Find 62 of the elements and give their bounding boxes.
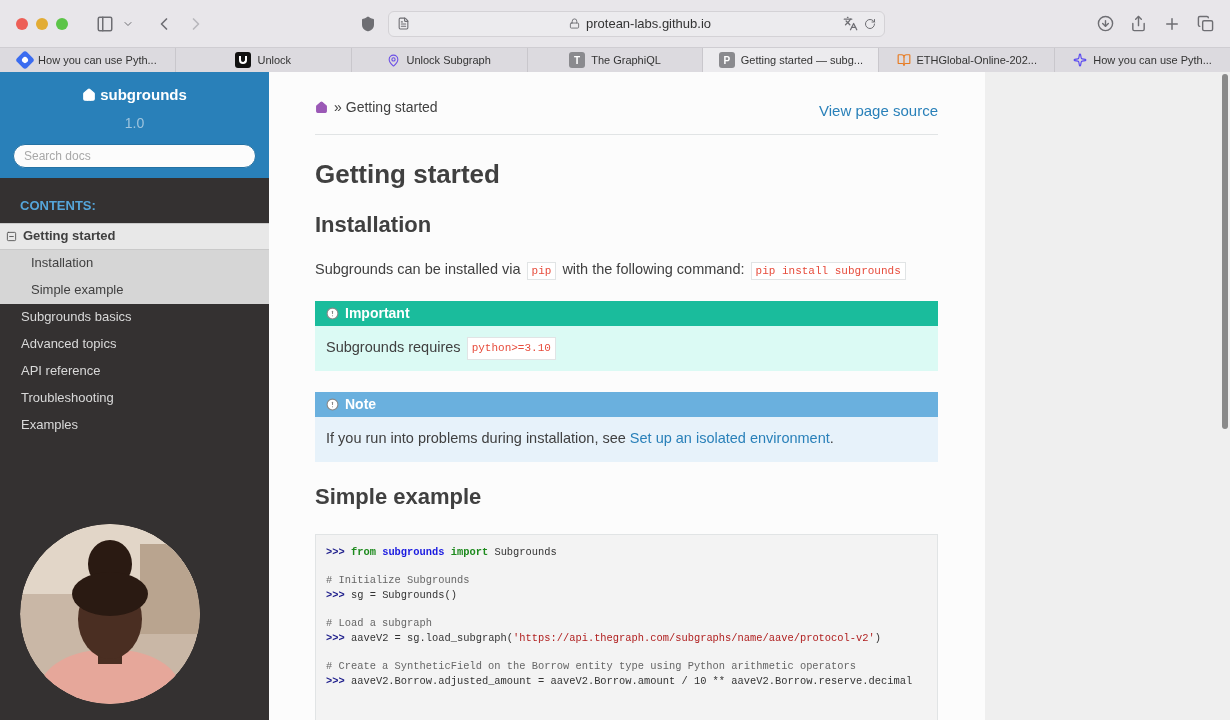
body-text: Subgrounds can be installed via (315, 261, 521, 277)
burst-icon (1073, 53, 1088, 67)
code-line: # Load a subgraph (326, 616, 433, 631)
download-icon[interactable] (1097, 15, 1114, 32)
nav-item[interactable]: Advanced topics (0, 330, 269, 358)
scrollbar-thumb[interactable] (1222, 74, 1228, 429)
link[interactable]: Set up an isolated environment (629, 428, 830, 451)
browser-tab[interactable]: T The GraphiQL (526, 48, 703, 72)
breadcrumb-separator: » (334, 97, 342, 117)
code-line: >>> sg = Subgrounds() (326, 587, 458, 603)
close-window-icon[interactable] (16, 17, 28, 30)
alert-icon (326, 397, 339, 411)
favicon-icon: T (569, 52, 586, 68)
contents-caption: CONTENTS: (20, 197, 97, 215)
nav-item[interactable]: Getting started (0, 222, 269, 250)
collapse-icon[interactable] (6, 230, 17, 242)
admonition-title: Important (315, 300, 938, 326)
address-bar[interactable]: protean-labs.github.io (388, 10, 885, 37)
code-line: >>> aaveV2.Borrow.adjusted_amount = aaveV2.Borrow.amount / 10 ** aaveV2.Borrow.reserve.decimal (326, 673, 914, 689)
body-text: If you run into problems during installation, see (326, 429, 626, 449)
nav-subitem[interactable]: Simple example (0, 276, 269, 304)
sidebar-icon[interactable] (96, 14, 114, 33)
home-icon[interactable] (315, 100, 328, 114)
nav-item[interactable]: API reference (0, 357, 269, 385)
code-line: # Initialize Subgrounds (326, 573, 471, 588)
inline-code: pip (526, 262, 557, 280)
pin-icon (387, 53, 401, 67)
nav-item[interactable]: Troubleshooting (0, 384, 269, 412)
body-text: . (829, 429, 834, 449)
book-icon (896, 53, 911, 67)
code-line: >>> aaveV2 = sg.load_subgraph('https://api.thegraph.com/subgraphs/name/aave/protocol-v2') (326, 630, 882, 646)
code-line: # Create a SyntheticField on the Borrow entity type using Python arithmetic operators (326, 659, 857, 674)
breadcrumb-current: Getting started (345, 97, 438, 117)
browser-tab[interactable]: Unlock Subgraph (350, 48, 527, 72)
inline-code: pip install subgrounds (750, 262, 906, 280)
alert-icon (326, 306, 339, 320)
reload-icon[interactable] (864, 17, 876, 30)
nav-subitem[interactable]: Installation (0, 249, 269, 277)
browser-tab[interactable]: How you can use Pyth... (0, 48, 175, 72)
body-text: Subgrounds requires (326, 338, 461, 358)
shield-icon[interactable] (360, 15, 376, 32)
share-icon[interactable] (1130, 15, 1147, 32)
body-text: with the following command: (562, 261, 745, 277)
page-title: Getting started (315, 159, 501, 189)
search-field[interactable]: Search docs (13, 143, 256, 168)
inline-code: python>=3.10 (466, 337, 556, 360)
nav-item[interactable]: Subgrounds basics (0, 303, 269, 331)
version-text: 1.0 (124, 113, 145, 133)
url-text: protean-labs.github.io (586, 14, 712, 33)
tabs-overview-icon[interactable] (1197, 15, 1214, 32)
home-icon (82, 88, 97, 103)
translate-icon[interactable] (843, 16, 858, 31)
code-line: >>> from subgrounds import Subgrounds (326, 544, 558, 560)
admonition-title: Note (315, 391, 938, 417)
view-source-link[interactable]: View page source (819, 99, 938, 123)
section-heading: Installation (315, 211, 433, 239)
project-title[interactable]: subgrounds (100, 84, 187, 107)
page-icon (397, 17, 410, 30)
section-heading: Simple example (315, 482, 483, 511)
favicon-icon: P (718, 52, 735, 68)
browser-tab[interactable]: P Getting started — subg... (702, 48, 879, 72)
nav-item[interactable]: Examples (0, 411, 269, 439)
